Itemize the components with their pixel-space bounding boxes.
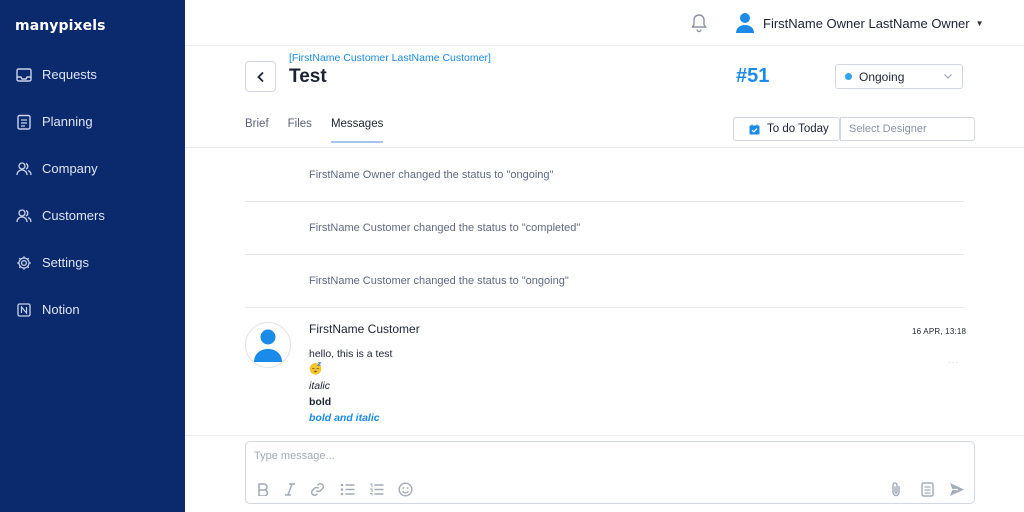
emoji-icon[interactable] xyxy=(397,481,413,497)
divider xyxy=(245,254,964,255)
user-name: FirstName Owner LastName Owner xyxy=(763,15,970,31)
sidebar-item-label: Notion xyxy=(42,302,80,317)
back-button[interactable] xyxy=(245,61,276,92)
sidebar-item-settings[interactable]: Settings xyxy=(0,239,185,286)
divider xyxy=(185,147,1024,148)
status-event: FirstName Customer changed the status to… xyxy=(309,275,569,287)
sidebar-item-notion[interactable]: Notion xyxy=(0,286,185,333)
sidebar-item-planning[interactable]: Planning xyxy=(0,98,185,145)
user-avatar-icon xyxy=(735,12,755,34)
customer-link[interactable]: [FirstName Customer LastName Customer] xyxy=(289,52,491,64)
avatar xyxy=(245,322,291,368)
message-bold-italic-text: bold and italic xyxy=(309,412,380,424)
status-event: FirstName Customer changed the status to… xyxy=(309,222,581,234)
chevron-left-icon xyxy=(256,71,264,82)
users-icon xyxy=(15,207,32,224)
sidebar-item-customers[interactable]: Customers xyxy=(0,192,185,239)
designer-select[interactable] xyxy=(840,117,975,141)
link-icon[interactable] xyxy=(309,481,325,497)
bullet-list-icon[interactable] xyxy=(339,481,355,497)
sidebar: manypixels Requests Planning Company Cus… xyxy=(0,0,185,512)
inbox-icon xyxy=(15,66,32,83)
tab-bar: Brief Files Messages xyxy=(245,118,402,143)
sidebar-item-requests[interactable]: Requests xyxy=(0,51,185,98)
sidebar-item-label: Planning xyxy=(42,114,93,129)
user-avatar-icon xyxy=(254,329,282,362)
chevron-down-icon xyxy=(944,74,952,79)
bell-icon[interactable] xyxy=(690,13,708,33)
message-author: FirstName Customer xyxy=(309,322,420,336)
sidebar-item-label: Settings xyxy=(42,255,89,270)
status-event: FirstName Owner changed the status to "o… xyxy=(309,169,554,181)
message-bold-text: bold xyxy=(309,396,332,408)
sidebar-item-company[interactable]: Company xyxy=(0,145,185,192)
users-icon xyxy=(15,160,32,177)
sidebar-item-label: Company xyxy=(42,161,98,176)
tab-files[interactable]: Files xyxy=(288,118,312,143)
status-select[interactable]: Ongoing xyxy=(835,64,963,89)
chevron-down-icon: ▼ xyxy=(975,18,984,28)
numbered-list-icon[interactable] xyxy=(368,481,384,497)
app-logo[interactable]: manypixels xyxy=(15,18,106,34)
document-icon[interactable] xyxy=(919,481,935,497)
italic-icon[interactable] xyxy=(282,481,298,497)
project-number: #51 xyxy=(736,65,770,87)
calendar-check-icon xyxy=(749,124,760,135)
tab-brief[interactable]: Brief xyxy=(245,118,269,143)
gear-icon xyxy=(15,254,32,271)
divider xyxy=(245,201,964,202)
tab-messages[interactable]: Messages xyxy=(330,118,384,143)
page-title: Test xyxy=(289,66,327,87)
sidebar-item-label: Requests xyxy=(42,67,97,82)
message-italic-text: italic xyxy=(309,380,331,392)
divider xyxy=(185,435,1024,436)
clipboard-icon xyxy=(15,113,32,130)
sidebar-item-label: Customers xyxy=(42,208,105,223)
message-input[interactable] xyxy=(254,450,954,472)
top-header: FirstName Owner LastName Owner ▼ xyxy=(185,0,1024,46)
divider xyxy=(245,307,964,308)
status-dot xyxy=(845,73,852,80)
todo-today-label: To do Today xyxy=(767,123,829,135)
sidebar-nav: Requests Planning Company Customers Sett… xyxy=(0,51,185,333)
sleeping-face-emoji-icon xyxy=(309,362,322,375)
notion-icon xyxy=(15,301,32,318)
bold-icon[interactable] xyxy=(255,481,271,497)
todo-today-button[interactable]: To do Today xyxy=(733,117,840,141)
send-icon[interactable] xyxy=(949,481,965,497)
user-menu[interactable]: FirstName Owner LastName Owner ▼ xyxy=(735,12,984,34)
paperclip-icon[interactable] xyxy=(888,481,904,497)
message-timestamp: 16 APR, 13:18 xyxy=(912,327,967,336)
more-options-icon[interactable]: ... xyxy=(948,355,959,366)
message-text: hello, this is a test xyxy=(309,348,393,360)
message-composer xyxy=(245,441,975,504)
status-value: Ongoing xyxy=(859,69,905,84)
